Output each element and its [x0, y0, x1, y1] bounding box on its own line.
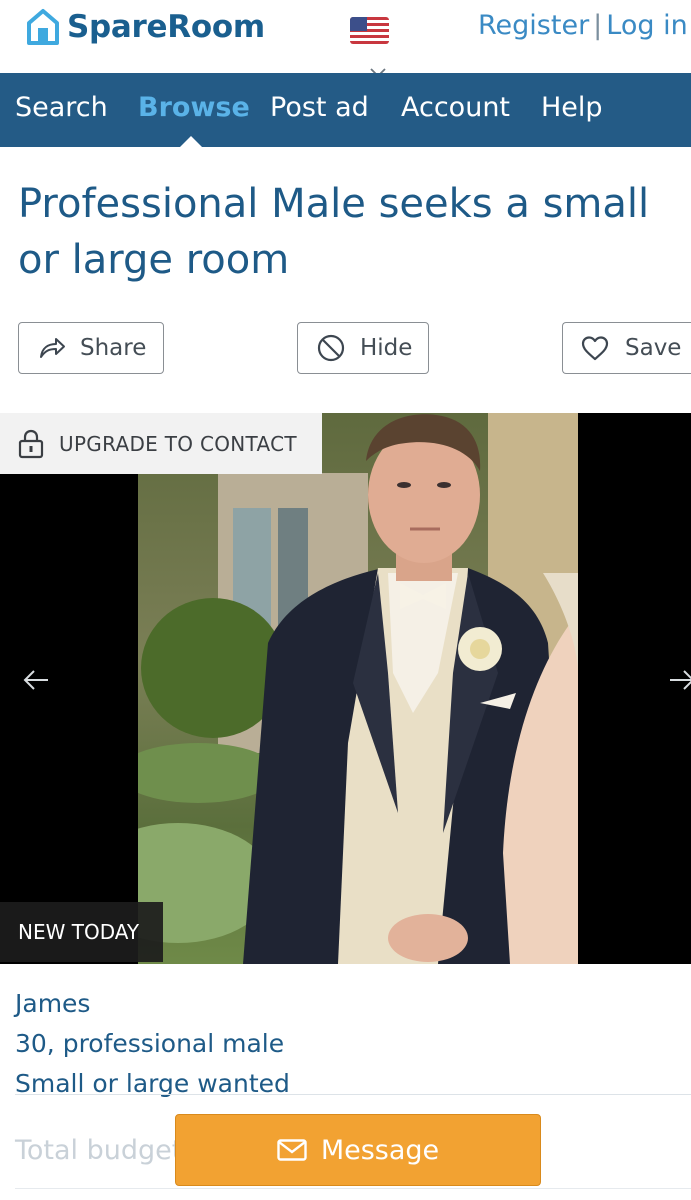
register-link[interactable]: Register: [478, 10, 589, 41]
us-flag-icon[interactable]: [350, 17, 389, 44]
advertiser-name: James: [15, 989, 91, 1018]
hide-button[interactable]: Hide: [297, 322, 429, 374]
advertiser-age-line: 30, professional male: [15, 1029, 285, 1058]
divider: [15, 1094, 691, 1095]
hide-icon: [317, 334, 345, 362]
login-link[interactable]: Log in: [606, 10, 687, 41]
nav-item-browse[interactable]: Browse: [138, 92, 250, 123]
save-button[interactable]: Save: [562, 322, 691, 374]
divider: [15, 1188, 691, 1189]
top-bar: SpareRoom Register | Log in: [0, 0, 691, 73]
arrow-right-icon[interactable]: [668, 666, 691, 694]
room-wanted-line: Small or large wanted: [15, 1069, 290, 1098]
share-button[interactable]: Share: [18, 322, 164, 374]
message-label: Message: [320, 1134, 440, 1166]
message-button[interactable]: Message: [175, 1114, 541, 1186]
heart-icon: [581, 336, 609, 361]
main-nav: Search Browse Post ad Account Help: [0, 73, 691, 147]
envelope-icon: [277, 1139, 307, 1161]
listing-info: James 30, professional male Small or lar…: [15, 984, 290, 1104]
brand-name: SpareRoom: [67, 9, 265, 45]
arrow-left-icon[interactable]: [22, 666, 50, 694]
house-logo-icon: [27, 9, 59, 45]
lock-icon: [18, 429, 44, 458]
auth-separator: |: [593, 10, 603, 41]
active-nav-pointer: [180, 136, 202, 147]
upgrade-to-contact-banner[interactable]: UPGRADE TO CONTACT: [0, 413, 322, 474]
new-today-badge: NEW TODAY: [0, 902, 163, 962]
profile-photo: [138, 413, 578, 964]
upgrade-label: UPGRADE TO CONTACT: [59, 431, 297, 456]
page-title: Professional Male seeks a small or large…: [18, 181, 650, 283]
nav-item-account[interactable]: Account: [401, 92, 510, 123]
nav-item-help[interactable]: Help: [541, 92, 603, 123]
nav-item-search[interactable]: Search: [15, 92, 108, 123]
hide-label: Hide: [360, 335, 413, 361]
auth-links: Register | Log in: [478, 10, 688, 41]
share-icon: [40, 338, 65, 358]
photo-gallery[interactable]: [0, 413, 691, 964]
total-budget-label: Total budget: [15, 1135, 183, 1166]
spareroom-logo[interactable]: SpareRoom: [26, 8, 265, 46]
share-label: Share: [80, 335, 147, 361]
nav-item-post-ad[interactable]: Post ad: [270, 92, 369, 123]
save-label: Save: [625, 335, 682, 361]
